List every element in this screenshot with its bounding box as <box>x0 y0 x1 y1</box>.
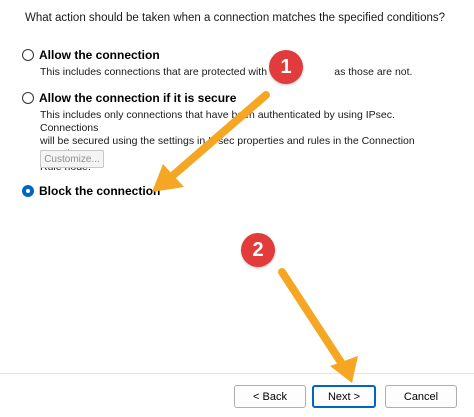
annotation-badge-2: 2 <box>241 233 275 267</box>
annotation-arrows <box>152 91 358 383</box>
annotation-badge-1: 1 <box>269 50 303 84</box>
arrow-1-shaft <box>166 91 270 182</box>
arrow-2-shaft <box>278 268 350 374</box>
